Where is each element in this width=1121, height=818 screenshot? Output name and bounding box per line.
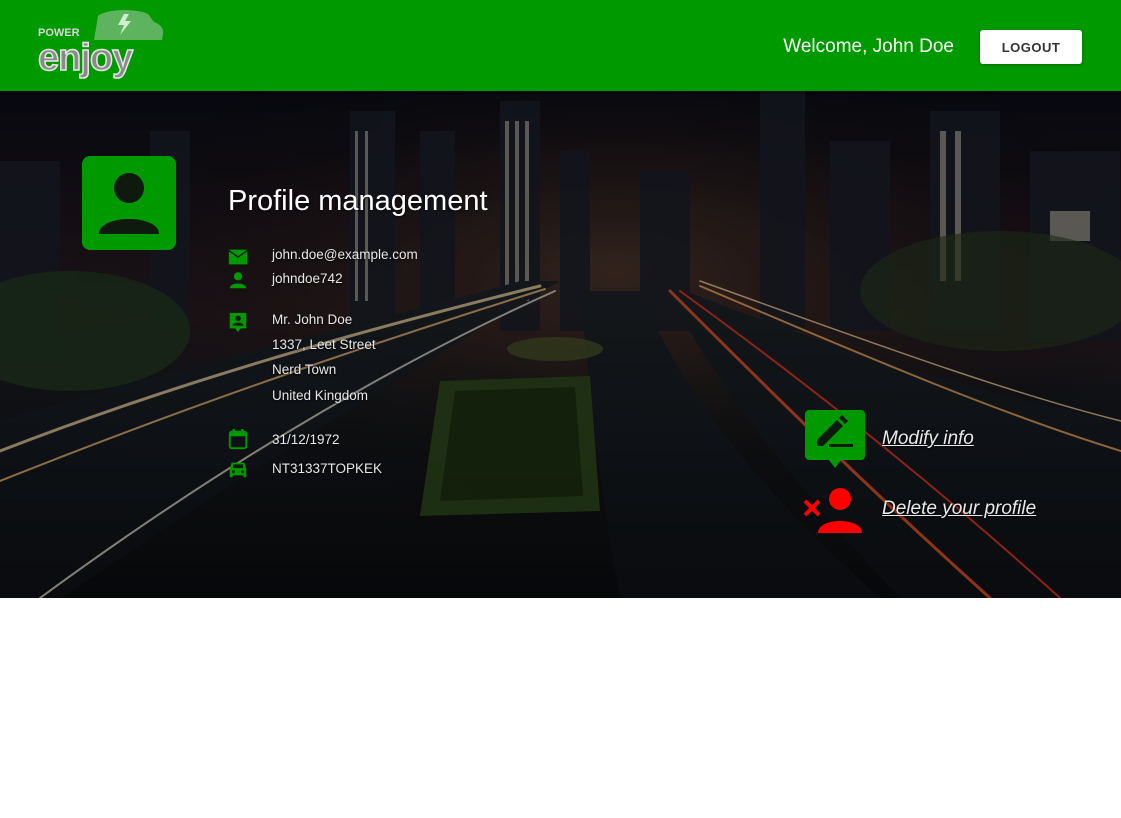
calendar-icon [228,428,248,450]
welcome-message: Welcome, John Doe [783,36,954,57]
power-enjoy-logo[interactable]: POWER enjoy [36,8,166,86]
svg-text:enjoy: enjoy [38,37,133,79]
address-line-1: 1337, Leet Street [272,337,376,352]
logout-button[interactable]: LOGOUT [980,30,1082,64]
top-header: POWER enjoy Welcome, John Doe LOGOUT [0,0,1121,91]
page-title: Profile management [228,185,488,217]
delete-profile-link[interactable]: Delete your profile [882,498,1036,520]
contact-card-icon [229,312,247,333]
profile-birth-date: 31/12/1972 [272,432,340,447]
address-line-2: Nerd Town [272,362,337,377]
profile-username: johndoe742 [272,271,343,286]
account-box-icon [82,156,176,250]
email-icon [228,249,248,265]
profile-email: john.doe@example.com [272,247,418,262]
address-line-3: United Kingdom [272,388,369,403]
hero-background: Profile management john.doe@example.com … [0,91,1121,598]
car-icon [229,462,247,478]
remove-user-icon[interactable] [803,487,863,533]
person-icon [229,272,247,289]
profile-name: Mr. John Doe [272,312,353,327]
edit-comment-icon[interactable] [805,410,865,468]
profile-license: NT31337TOPKEK [272,461,383,476]
modify-info-link[interactable]: Modify info [882,428,974,450]
